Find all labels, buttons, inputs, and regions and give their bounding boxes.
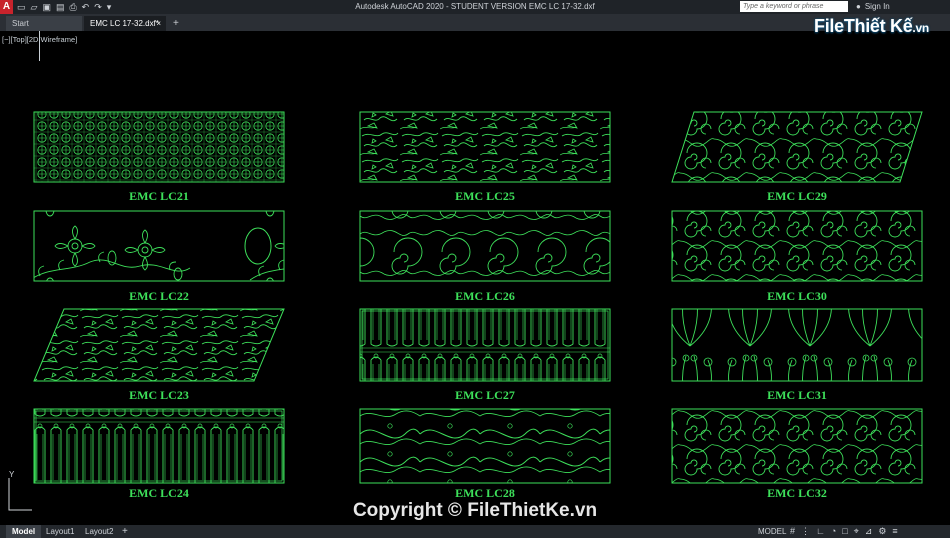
panel-label-emc-lc30: EMC LC30 [767,289,827,303]
close-icon[interactable]: × [156,16,161,31]
status-bar: Model Layout1 Layout2 + MODEL # ⋮ ∟ ◔ □ … [0,525,950,538]
panel-drawing-emc-lc28[interactable] [359,408,611,484]
copyright-watermark: Copyright © FileThietKe.vn [352,500,598,521]
tab-document-label: EMC LC 17-32.dxf* [90,19,159,28]
add-layout-button[interactable]: + [122,525,128,538]
polar-icon[interactable]: ◔ [831,526,836,537]
panel-label-emc-lc28: EMC LC28 [455,486,515,500]
tab-start[interactable]: Start [6,16,82,31]
panel-drawing-emc-lc26[interactable] [359,210,611,282]
ucs-y-label: Y [9,470,15,479]
panel-label-emc-lc21: EMC LC21 [129,189,189,203]
panel-drawing-emc-lc24[interactable] [33,408,285,484]
snap-icon[interactable]: ⋮ [801,526,810,537]
undo-icon[interactable]: ↶ [82,1,90,13]
osnap-icon[interactable]: □ [842,526,847,537]
model-space-button[interactable]: MODEL [758,525,786,538]
logo-second-text: Thiết Kế [843,16,913,36]
autocad-app-icon[interactable]: A [0,0,13,14]
panel-drawing-emc-lc23[interactable] [33,308,285,382]
ortho-icon[interactable]: ∟ [816,526,825,537]
panel-label-emc-lc25: EMC LC25 [455,189,515,203]
panel-label-emc-lc31: EMC LC31 [767,388,827,402]
tab-start-label: Start [12,19,29,28]
save-as-icon[interactable]: ▤ [56,1,65,13]
layout-tab-layout2[interactable]: Layout2 [79,525,119,538]
grid-icon[interactable]: # [790,526,795,537]
drawing-canvas[interactable]: EMC LC21 EMC LC25 EMC LC29 EMC LC22 EMC LC26… [0,31,950,525]
panel-label-emc-lc23: EMC LC23 [129,388,189,402]
tab-document[interactable]: EMC LC 17-32.dxf* × [84,16,166,31]
panel-drawing-emc-lc32[interactable] [671,408,923,484]
panel-drawing-emc-lc29[interactable] [671,111,923,183]
panel-drawing-emc-lc21[interactable] [33,111,285,183]
panel-drawing-emc-lc27[interactable] [359,308,611,382]
panel-label-emc-lc22: EMC LC22 [129,289,189,303]
share-icon[interactable]: ▾ [107,1,112,13]
layout-tab-layout1[interactable]: Layout1 [40,525,80,538]
logo-main-text: File [814,16,844,36]
new-tab-button[interactable]: + [173,16,179,31]
print-icon[interactable]: ⎙ [69,1,76,13]
panel-label-emc-lc27: EMC LC27 [455,388,515,402]
workspace-icon[interactable]: ⚙ [878,526,886,537]
panel-label-emc-lc29: EMC LC29 [767,189,827,203]
panel-drawing-emc-lc25[interactable] [359,111,611,183]
panel-label-emc-lc26: EMC LC26 [455,289,515,303]
annotation-icon[interactable]: ⌖ [854,526,859,537]
panel-drawing-emc-lc31[interactable] [671,308,923,382]
open-file-icon[interactable]: ▱ [31,1,38,13]
customize-icon[interactable]: ≡ [892,526,897,537]
status-toolbar: # ⋮ ∟ ◔ □ ⌖ ⊿ ⚙ ≡ [790,526,898,537]
redo-icon[interactable]: ↷ [94,1,102,13]
save-icon[interactable]: ▣ [42,1,51,13]
panel-drawing-emc-lc30[interactable] [671,210,923,282]
scale-icon[interactable]: ⊿ [865,526,873,537]
panel-label-emc-lc24: EMC LC24 [129,486,189,500]
panel-label-emc-lc32: EMC LC32 [767,486,827,500]
panel-oval-cutout [244,227,272,265]
logo-tld-text: .vn [912,21,929,35]
panel-group: EMC LC21 EMC LC25 EMC LC29 EMC LC22 EMC LC26… [33,111,923,500]
quick-access-toolbar: ▭ ▱ ▣ ▤ ⎙ ↶ ↷ ▾ [17,1,111,13]
filethietke-logo: FileThiết Kế.vn [800,10,950,44]
new-file-icon[interactable]: ▭ [17,1,26,13]
layout-tab-model[interactable]: Model [6,525,42,538]
